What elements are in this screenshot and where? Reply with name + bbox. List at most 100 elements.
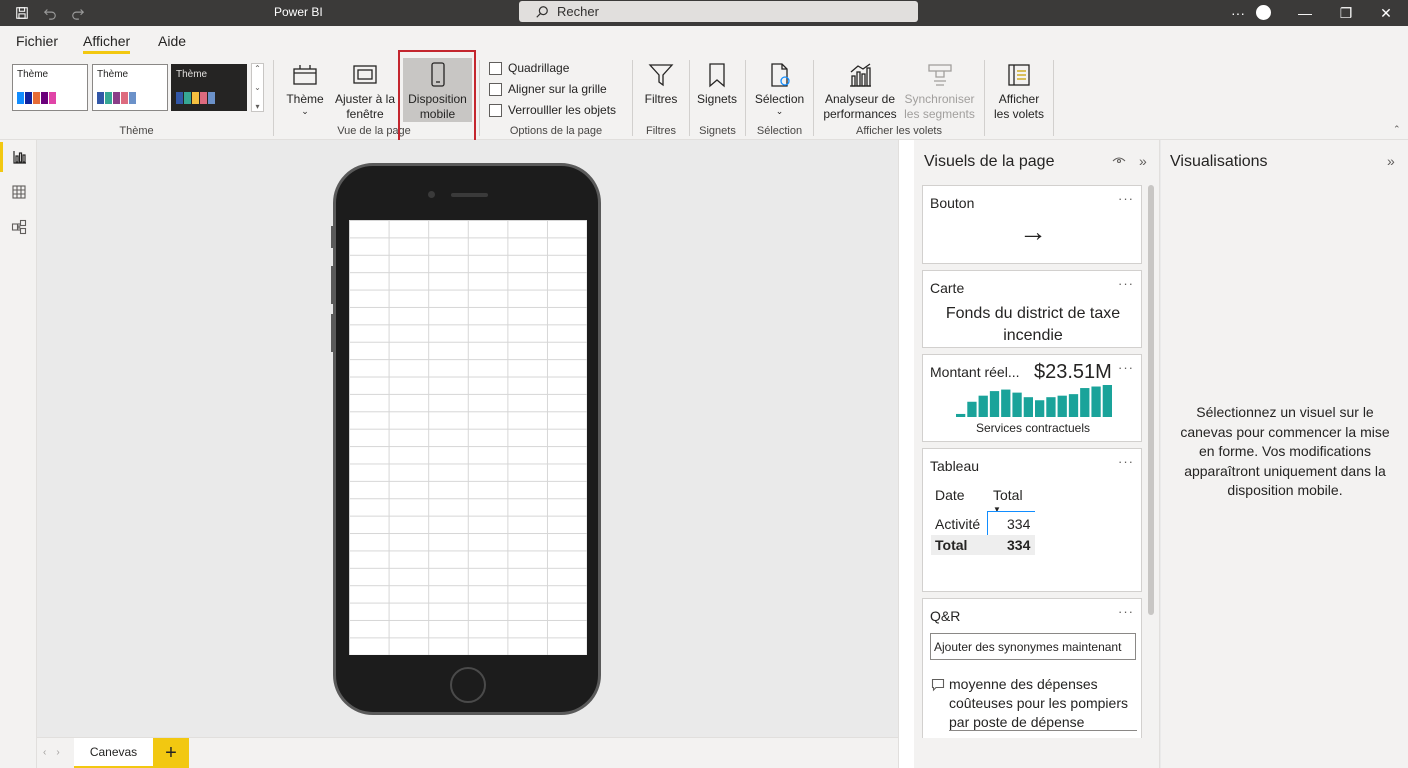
- qa-divider: [949, 730, 1137, 731]
- show-panes-icon: [1008, 64, 1030, 86]
- avatar[interactable]: [1256, 5, 1271, 20]
- theme-gallery-scroll[interactable]: ⌃ ⌄ ▾: [251, 63, 264, 112]
- add-synonyms-input[interactable]: Ajouter des synonymes maintenant: [930, 633, 1136, 660]
- page-visuals-pane: Visuels de la page » Bouton ··· → Carte …: [914, 140, 1160, 768]
- close-button[interactable]: ✕: [1366, 0, 1406, 26]
- theme-button-label: Thème: [286, 92, 324, 106]
- kpi-bar: [1046, 397, 1056, 417]
- theme-swatch-1[interactable]: Thème: [12, 64, 88, 111]
- model-view-icon[interactable]: [0, 212, 37, 242]
- mobile-canvas-grid[interactable]: [349, 220, 587, 655]
- theme-swatch-3[interactable]: Thème: [171, 64, 247, 111]
- fit-to-window-label-1: Ajuster à la: [334, 92, 396, 106]
- pane-scrollbar[interactable]: [1148, 185, 1154, 615]
- redo-icon[interactable]: [64, 0, 92, 26]
- table-header-date: Date: [935, 487, 965, 503]
- search-box[interactable]: Recher: [519, 1, 918, 22]
- lock-objects-checkbox[interactable]: Verroulller les objets: [489, 103, 616, 117]
- page-tab-canevas[interactable]: Canevas: [74, 738, 153, 768]
- kpi-subtitle: Services contractuels: [975, 421, 1091, 435]
- theme-colors: [176, 92, 215, 104]
- selection-label: Sélection: [754, 92, 805, 106]
- selection-button[interactable]: Sélection ⌄: [751, 58, 808, 116]
- visibility-icon[interactable]: [1112, 153, 1126, 170]
- report-canvas[interactable]: [37, 140, 898, 737]
- fit-to-window-button[interactable]: Ajuster à la fenêtre: [332, 58, 398, 122]
- mobile-layout-highlight: [398, 50, 476, 143]
- gridlines-checkbox[interactable]: Quadrillage: [489, 61, 569, 75]
- theme-color-swatch: [176, 92, 183, 104]
- theme-color-swatch: [129, 92, 136, 104]
- show-panes-button[interactable]: Afficher les volets: [990, 58, 1048, 122]
- canvas-scroll-strip: [898, 140, 914, 768]
- more-options-icon[interactable]: ···: [1118, 276, 1134, 291]
- table-header-total: Total: [993, 487, 1023, 503]
- filters-label: Filtres: [644, 92, 678, 106]
- kpi-bar: [1035, 400, 1045, 417]
- theme-colors: [17, 92, 56, 104]
- visualizations-pane: Visualisations » Sélectionnez un visuel …: [1161, 140, 1408, 768]
- more-options-icon[interactable]: ···: [1118, 454, 1134, 469]
- gallery-expand-icon[interactable]: ▾: [255, 102, 259, 111]
- more-options-icon[interactable]: ···: [1218, 0, 1258, 26]
- tab-fichier[interactable]: Fichier: [16, 33, 58, 49]
- qa-suggestion[interactable]: moyenne des dépenses coûteuses pour les …: [949, 675, 1139, 732]
- undo-icon[interactable]: [36, 0, 64, 26]
- chevron-down-icon[interactable]: ⌄: [254, 83, 261, 92]
- speech-bubble-icon: [931, 678, 945, 692]
- bookmark-icon: [709, 63, 725, 88]
- phone-side-button: [331, 266, 334, 304]
- kpi-value: $23.51M: [1034, 361, 1112, 383]
- bookmarks-button[interactable]: Signets: [695, 58, 739, 107]
- show-panes-label-1: Afficher: [998, 92, 1040, 106]
- visual-card-card[interactable]: Carte ··· Fonds du district de taxe ince…: [922, 270, 1142, 348]
- add-page-button[interactable]: +: [153, 738, 189, 768]
- checkbox-box[interactable]: [489, 82, 502, 96]
- phone-home-button: [450, 667, 486, 703]
- filter-icon: [648, 64, 674, 87]
- more-options-icon[interactable]: ···: [1118, 360, 1134, 375]
- phone-side-button: [331, 314, 334, 352]
- tab-aide[interactable]: Aide: [158, 33, 186, 49]
- kpi-bar: [1091, 386, 1101, 417]
- theme-swatch-2[interactable]: Thème: [92, 64, 168, 111]
- table-header-underline: [987, 511, 1035, 512]
- visual-card-kpi[interactable]: Montant réel... $23.51M ··· Services con…: [922, 354, 1142, 442]
- selection-icon: [770, 63, 790, 87]
- report-view-icon[interactable]: [0, 142, 37, 172]
- search-placeholder: Recher: [557, 4, 599, 19]
- kpi-bar: [1001, 389, 1011, 417]
- checkbox-box[interactable]: [489, 103, 502, 117]
- theme-button[interactable]: Thème ⌄: [282, 58, 328, 116]
- snap-to-grid-checkbox[interactable]: Aligner sur la grille: [489, 82, 607, 96]
- collapse-ribbon-icon[interactable]: ⌃: [1393, 124, 1401, 135]
- visual-card-table[interactable]: Tableau ··· Date Total ▼ Activité 334 To…: [922, 448, 1142, 592]
- theme-colors: [97, 92, 136, 104]
- more-options-icon[interactable]: ···: [1118, 604, 1134, 619]
- visual-card-qa[interactable]: Q&R ··· Ajouter des synonymes maintenant…: [922, 598, 1142, 738]
- kpi-bar: [1012, 392, 1022, 417]
- minimize-button[interactable]: —: [1285, 0, 1325, 26]
- theme-color-swatch: [17, 92, 24, 104]
- theme-color-swatch: [49, 92, 56, 104]
- group-label-show-panes: Afficher les volets: [855, 125, 942, 137]
- collapse-pane-icon[interactable]: »: [1139, 153, 1147, 169]
- kpi-bar: [1080, 388, 1090, 417]
- save-icon[interactable]: [8, 0, 36, 26]
- checkbox-box[interactable]: [489, 61, 502, 75]
- filters-button[interactable]: Filtres: [640, 58, 682, 107]
- sync-slicers-button[interactable]: Synchroniser les segments: [902, 58, 977, 122]
- more-options-icon[interactable]: ···: [1118, 191, 1134, 206]
- visual-card-button[interactable]: Bouton ··· →: [922, 185, 1142, 264]
- restore-button[interactable]: ❐: [1326, 0, 1366, 26]
- collapse-pane-icon[interactable]: »: [1387, 153, 1395, 169]
- performance-analyzer-button[interactable]: Analyseur de performances: [819, 58, 901, 122]
- tab-afficher[interactable]: Afficher: [83, 33, 131, 54]
- data-view-icon[interactable]: [0, 177, 37, 207]
- kpi-bar: [956, 413, 966, 417]
- chevron-up-icon[interactable]: ⌃: [254, 64, 261, 73]
- kpi-bar: [1102, 385, 1112, 417]
- kpi-bar: [1057, 395, 1067, 417]
- page-nav-arrows[interactable]: ‹›: [43, 747, 70, 758]
- theme-swatch-label: Thème: [176, 69, 208, 80]
